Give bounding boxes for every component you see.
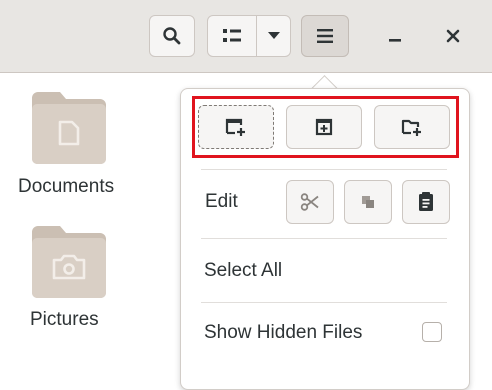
show-hidden-files-item[interactable]: Show Hidden Files <box>204 322 362 344</box>
paste-button[interactable] <box>402 180 450 224</box>
menu-separator <box>201 302 447 303</box>
new-folder-icon <box>401 119 421 136</box>
folder-documents[interactable] <box>32 90 106 169</box>
minimize-button[interactable] <box>378 15 412 57</box>
new-window-button[interactable] <box>198 105 274 149</box>
edit-label: Edit <box>205 191 238 212</box>
copy-button[interactable] <box>344 180 392 224</box>
select-all-item[interactable]: Select All <box>204 260 282 282</box>
documents-folder-icon <box>32 92 106 164</box>
main-menu-button[interactable] <box>301 15 349 57</box>
show-hidden-files-checkbox[interactable] <box>422 322 442 342</box>
cut-button[interactable] <box>286 180 334 224</box>
paste-icon <box>419 192 433 211</box>
minimize-icon <box>389 39 401 42</box>
copy-icon <box>362 196 374 208</box>
new-tab-button[interactable] <box>286 105 362 149</box>
search-button[interactable] <box>149 15 195 57</box>
new-window-icon <box>225 118 245 136</box>
new-folder-button[interactable] <box>374 105 450 149</box>
chevron-down-icon <box>267 32 280 39</box>
hamburger-menu-icon <box>317 29 333 43</box>
folder-label: Documents <box>18 176 115 197</box>
view-options-dropdown[interactable] <box>257 16 290 56</box>
folder-label: Pictures <box>30 309 99 330</box>
close-icon <box>446 29 460 43</box>
list-view-icon <box>223 29 241 42</box>
folder-pictures[interactable] <box>32 224 106 303</box>
close-button[interactable] <box>436 15 470 57</box>
new-tab-icon <box>315 118 333 136</box>
cut-icon <box>300 193 319 211</box>
list-view-button[interactable] <box>208 16 257 56</box>
menu-separator <box>201 238 447 239</box>
pictures-folder-icon <box>32 226 106 298</box>
search-icon <box>163 27 181 45</box>
view-toggle-group <box>207 15 291 57</box>
menu-separator <box>201 169 447 170</box>
